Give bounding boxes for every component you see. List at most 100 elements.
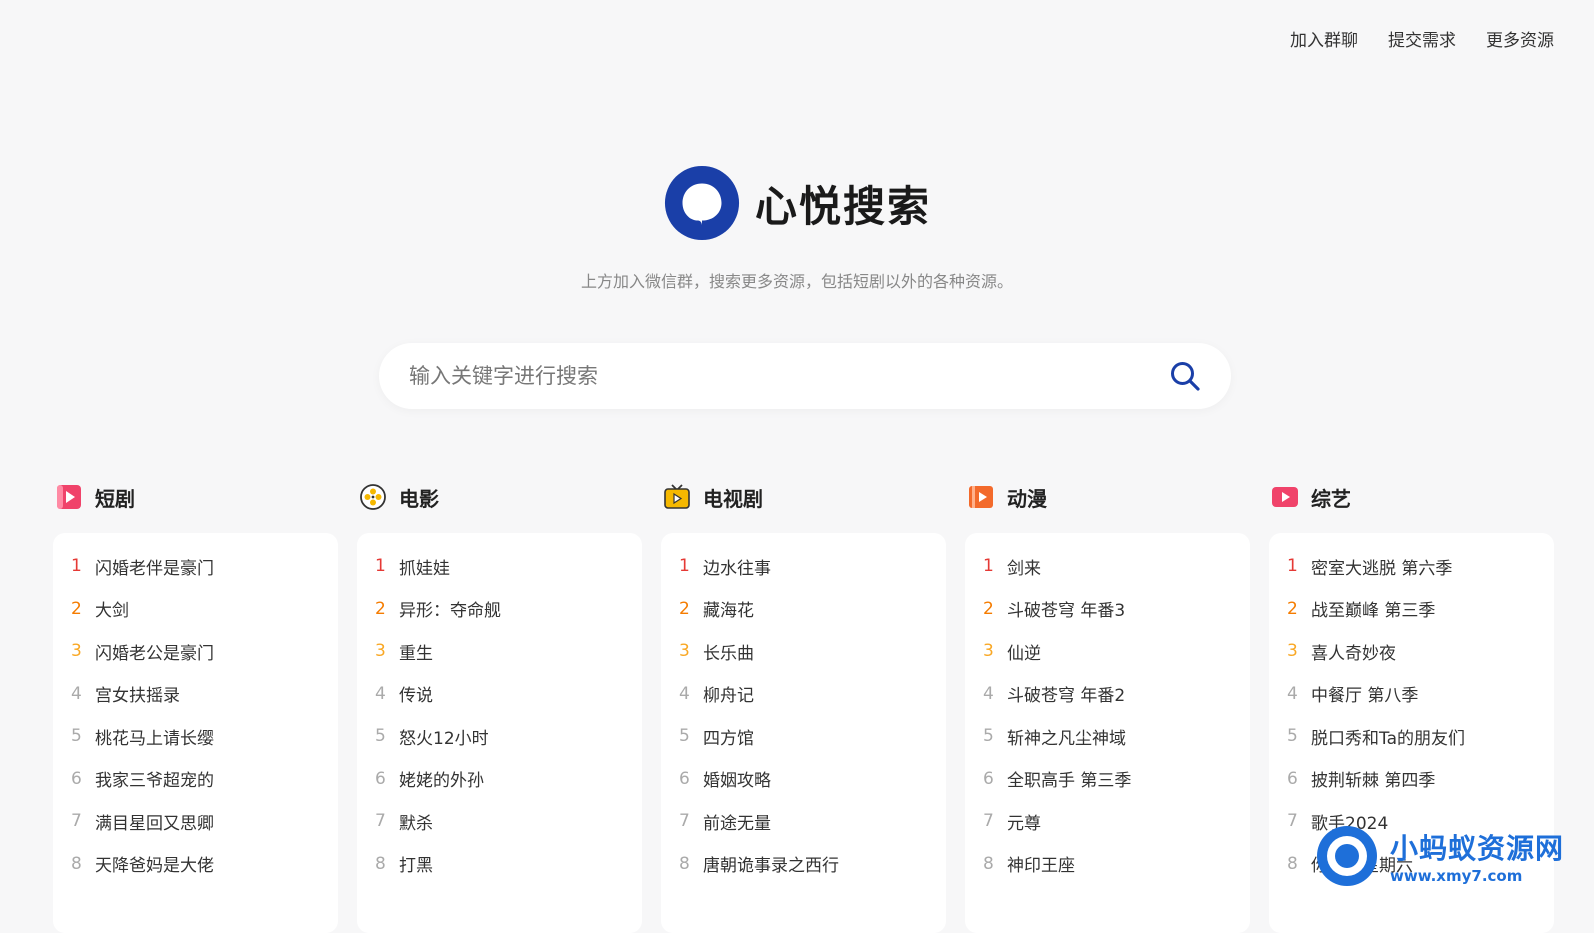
rank-number: 6 [679,769,703,789]
list-item[interactable]: 6披荆斩棘 第四季 [1287,758,1536,801]
category-header[interactable]: 电影 [357,478,642,516]
rank-number: 1 [71,556,95,576]
list-item[interactable]: 7元尊 [983,800,1232,843]
item-title: 抓娃娃 [399,554,450,579]
item-title: 脱口秀和Ta的朋友们 [1311,724,1465,749]
list-item[interactable]: 8神印王座 [983,843,1232,886]
item-title: 满目星回又思卿 [95,809,214,834]
list-item[interactable]: 3闪婚老公是豪门 [71,630,320,673]
list-item[interactable]: 8打黑 [375,843,624,886]
item-title: 全职高手 第三季 [1007,766,1131,791]
item-title: 大剑 [95,596,129,621]
list-item[interactable]: 1抓娃娃 [375,545,624,588]
list-item[interactable]: 1闪婚老伴是豪门 [71,545,320,588]
rank-number: 6 [1287,769,1311,789]
rank-number: 1 [1287,556,1311,576]
list-item[interactable]: 5桃花马上请长缨 [71,715,320,758]
rank-number: 3 [71,641,95,661]
ant-logo-icon [1312,821,1382,891]
category-header[interactable]: 电视剧 [661,478,946,516]
list-item[interactable]: 7前途无量 [679,800,928,843]
brand-logo-icon [663,164,741,242]
rank-number: 5 [375,726,399,746]
category-header[interactable]: 短剧 [53,478,338,516]
item-title: 长乐曲 [703,639,754,664]
list-item[interactable]: 2藏海花 [679,588,928,631]
ranking-list: 1闪婚老伴是豪门2大剑3闪婚老公是豪门4宫女扶摇录5桃花马上请长缨6我家三爷超宠… [53,533,338,933]
list-item[interactable]: 4传说 [375,673,624,716]
topnav-link-1[interactable]: 加入群聊 [1290,26,1358,51]
list-item[interactable]: 2斗破苍穹 年番3 [983,588,1232,631]
list-item[interactable]: 2异形：夺命舰 [375,588,624,631]
list-item[interactable]: 1密室大逃脱 第六季 [1287,545,1536,588]
item-title: 天降爸妈是大佬 [95,851,214,876]
rank-number: 7 [375,811,399,831]
list-item[interactable]: 2战至巅峰 第三季 [1287,588,1536,631]
item-title: 藏海花 [703,596,754,621]
rank-number: 1 [679,556,703,576]
list-item[interactable]: 3喜人奇妙夜 [1287,630,1536,673]
list-item[interactable]: 3仙逆 [983,630,1232,673]
list-item[interactable]: 6全职高手 第三季 [983,758,1232,801]
item-title: 唐朝诡事录之西行 [703,851,839,876]
item-title: 宫女扶摇录 [95,681,180,706]
category-title: 动漫 [1007,483,1047,512]
item-title: 斩神之凡尘神域 [1007,724,1126,749]
item-title: 打黑 [399,851,433,876]
top-nav: 加入群聊 提交需求 更多资源 [1290,26,1554,51]
play-box-icon [967,483,995,511]
list-item[interactable]: 5斩神之凡尘神域 [983,715,1232,758]
rank-number: 8 [983,854,1007,874]
rank-number: 8 [71,854,95,874]
list-item[interactable]: 6婚姻攻略 [679,758,928,801]
item-title: 边水往事 [703,554,771,579]
category-column-2: 电影1抓娃娃2异形：夺命舰3重生4传说5怒火12小时6姥姥的外孙7默杀8打黑 [357,478,642,933]
list-item[interactable]: 4中餐厅 第八季 [1287,673,1536,716]
rank-number: 3 [375,641,399,661]
rank-number: 5 [983,726,1007,746]
item-title: 披荆斩棘 第四季 [1311,766,1435,791]
list-item[interactable]: 1边水往事 [679,545,928,588]
item-title: 传说 [399,681,433,706]
list-item[interactable]: 5脱口秀和Ta的朋友们 [1287,715,1536,758]
search-input[interactable] [379,364,1155,388]
brand-name: 心悦搜索 [755,173,931,234]
item-title: 前途无量 [703,809,771,834]
rank-number: 5 [679,726,703,746]
list-item[interactable]: 2大剑 [71,588,320,631]
list-item[interactable]: 3重生 [375,630,624,673]
item-title: 中餐厅 第八季 [1311,681,1418,706]
rank-number: 7 [1287,811,1311,831]
search-button[interactable] [1155,346,1215,406]
list-item[interactable]: 4柳舟记 [679,673,928,716]
watermark: 小蚂蚁资源网 www.xmy7.com [1312,821,1564,891]
list-item[interactable]: 7满目星回又思卿 [71,800,320,843]
list-item[interactable]: 8天降爸妈是大佬 [71,843,320,886]
list-item[interactable]: 8唐朝诡事录之西行 [679,843,928,886]
category-header[interactable]: 综艺 [1269,478,1554,516]
topnav-link-2[interactable]: 提交需求 [1388,26,1456,51]
rank-number: 6 [71,769,95,789]
play-rect-icon [1271,483,1299,511]
rank-number: 4 [1287,684,1311,704]
rank-number: 5 [71,726,95,746]
list-item[interactable]: 6姥姥的外孙 [375,758,624,801]
list-item[interactable]: 6我家三爷超宠的 [71,758,320,801]
rank-number: 6 [983,769,1007,789]
topnav-link-3[interactable]: 更多资源 [1486,26,1554,51]
list-item[interactable]: 7默杀 [375,800,624,843]
rank-number: 1 [375,556,399,576]
play-square-icon [55,483,83,511]
list-item[interactable]: 3长乐曲 [679,630,928,673]
rank-number: 7 [679,811,703,831]
list-item[interactable]: 1剑来 [983,545,1232,588]
item-title: 剑来 [1007,554,1041,579]
list-item[interactable]: 4宫女扶摇录 [71,673,320,716]
rank-number: 4 [71,684,95,704]
list-item[interactable]: 5怒火12小时 [375,715,624,758]
category-title: 综艺 [1311,483,1351,512]
list-item[interactable]: 5四方馆 [679,715,928,758]
category-title: 短剧 [95,483,135,512]
list-item[interactable]: 4斗破苍穹 年番2 [983,673,1232,716]
category-header[interactable]: 动漫 [965,478,1250,516]
